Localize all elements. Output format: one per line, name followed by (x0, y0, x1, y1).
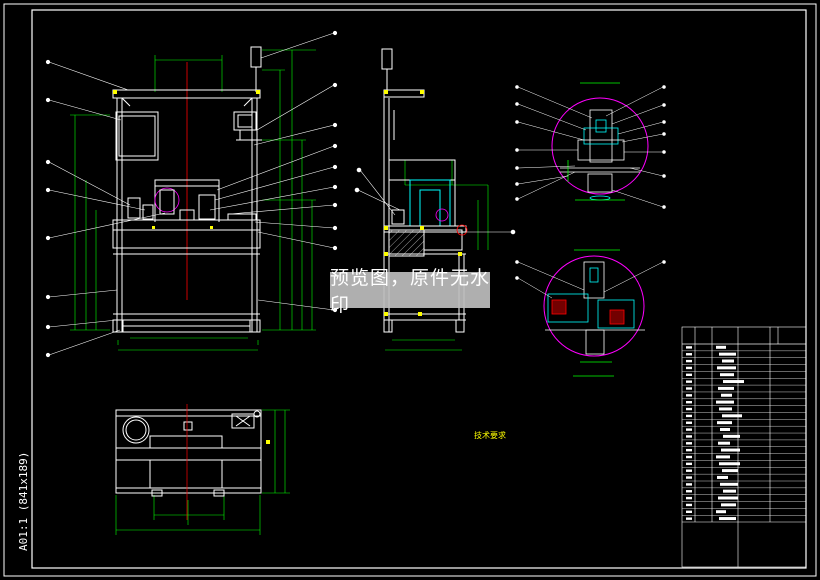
title-block-index-mark (686, 366, 692, 370)
title-block-row-mark (721, 393, 732, 397)
title-block-rows (682, 343, 806, 521)
title-block-row-mark (719, 517, 736, 521)
title-block-row-mark (716, 400, 734, 404)
title-block-index-mark (686, 496, 692, 500)
title-block-index-mark (686, 503, 692, 507)
title-block-index-mark (686, 490, 692, 493)
title-block-row-mark (723, 434, 740, 438)
front-dimensions (70, 49, 316, 351)
title-block-row-mark (723, 380, 744, 384)
title-block-row-mark (722, 469, 738, 473)
title-block-row-mark (720, 428, 730, 431)
title-block-row-mark (722, 414, 742, 418)
title-block-index-mark (686, 462, 692, 466)
front-view (70, 46, 316, 351)
title-block-row-mark (721, 448, 740, 452)
title-block-row-mark (716, 510, 726, 514)
title-block-index-mark (686, 442, 692, 445)
cad-drawing-sheet: 技术要求 A01:1 (841x189) 预览图，原件无水印 (0, 0, 820, 580)
title-block-index-mark (686, 353, 692, 356)
title-block-index-mark (686, 359, 692, 363)
title-block-index-mark (686, 387, 692, 390)
title-block-index-mark (686, 380, 692, 383)
title-block-row-mark (719, 352, 736, 356)
title-block-row-mark (717, 475, 728, 479)
title-block-index-mark (686, 346, 692, 349)
title-block-row-mark (720, 373, 734, 377)
sheet-side-label: A01:1 (841x189) (17, 451, 30, 551)
title-block-index-mark (686, 394, 692, 397)
title-block-row-mark (719, 407, 732, 411)
title-block-index-mark (686, 428, 692, 431)
title-block-row-mark (718, 441, 730, 445)
title-block-index-mark (686, 448, 692, 452)
title-block-index-mark (686, 483, 692, 486)
title-block-index-mark (686, 476, 692, 479)
title-block-index-mark (686, 373, 692, 376)
title-block-index-mark (686, 517, 692, 520)
title-block-index-mark (686, 421, 692, 424)
front-leaders (45, 30, 338, 358)
title-block-index-mark (686, 469, 692, 472)
title-block-row-mark (717, 421, 732, 425)
title-block-row-mark (721, 503, 736, 507)
title-block-index-mark (686, 407, 692, 411)
title-block-row-mark (716, 455, 730, 459)
title-block-index-mark (686, 455, 692, 459)
title-block (681, 326, 807, 568)
title-block-row-mark (717, 366, 736, 370)
title-block-row-mark (722, 359, 734, 363)
top-view (115, 404, 290, 535)
title-block-index-mark (686, 414, 692, 418)
watermark-banner: 预览图，原件无水印 (330, 267, 491, 316)
title-block-row-mark (716, 345, 726, 349)
title-block-index-mark (686, 510, 692, 513)
title-block-index-mark (686, 435, 692, 438)
title-block-row-mark (720, 482, 738, 486)
title-block-row-mark (723, 489, 736, 493)
title-block-row-mark (718, 496, 738, 500)
detail-view-a (515, 82, 666, 209)
tech-requirements-title: 技术要求 (474, 431, 506, 440)
title-block-index-mark (686, 401, 692, 404)
title-block-row-mark (719, 462, 740, 466)
title-block-row-mark (718, 386, 734, 390)
detail-view-b (515, 249, 666, 377)
